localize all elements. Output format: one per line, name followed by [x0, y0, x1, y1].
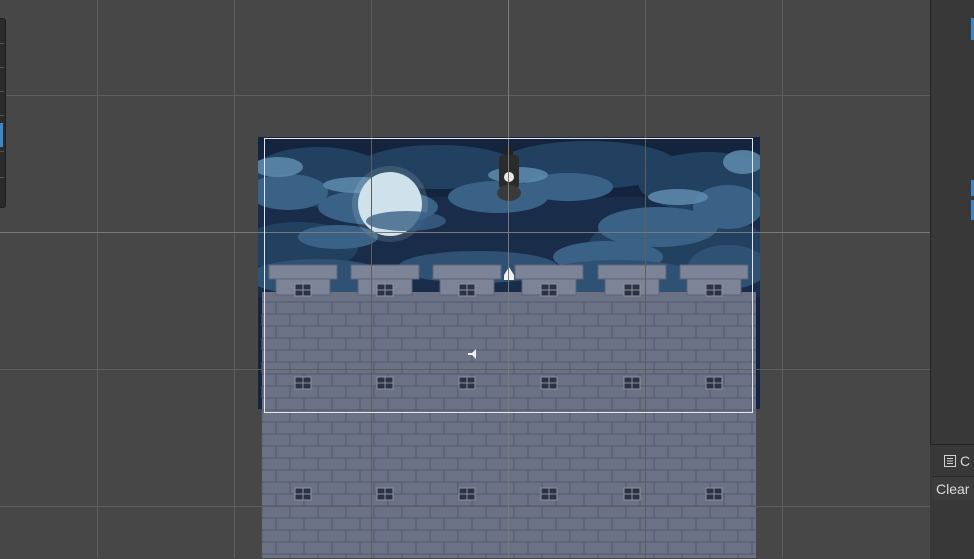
scene-grid	[0, 0, 930, 558]
clear-button[interactable]: Clear	[932, 476, 974, 500]
tab-console[interactable]: C	[934, 449, 974, 473]
console-tab-label: C	[960, 453, 971, 469]
console-panel: C Clear	[930, 444, 974, 559]
scene-viewport[interactable]	[0, 0, 930, 558]
console-icon	[944, 450, 956, 473]
active-tool-indicator	[0, 123, 3, 147]
scene-toolbar[interactable]	[0, 18, 6, 208]
